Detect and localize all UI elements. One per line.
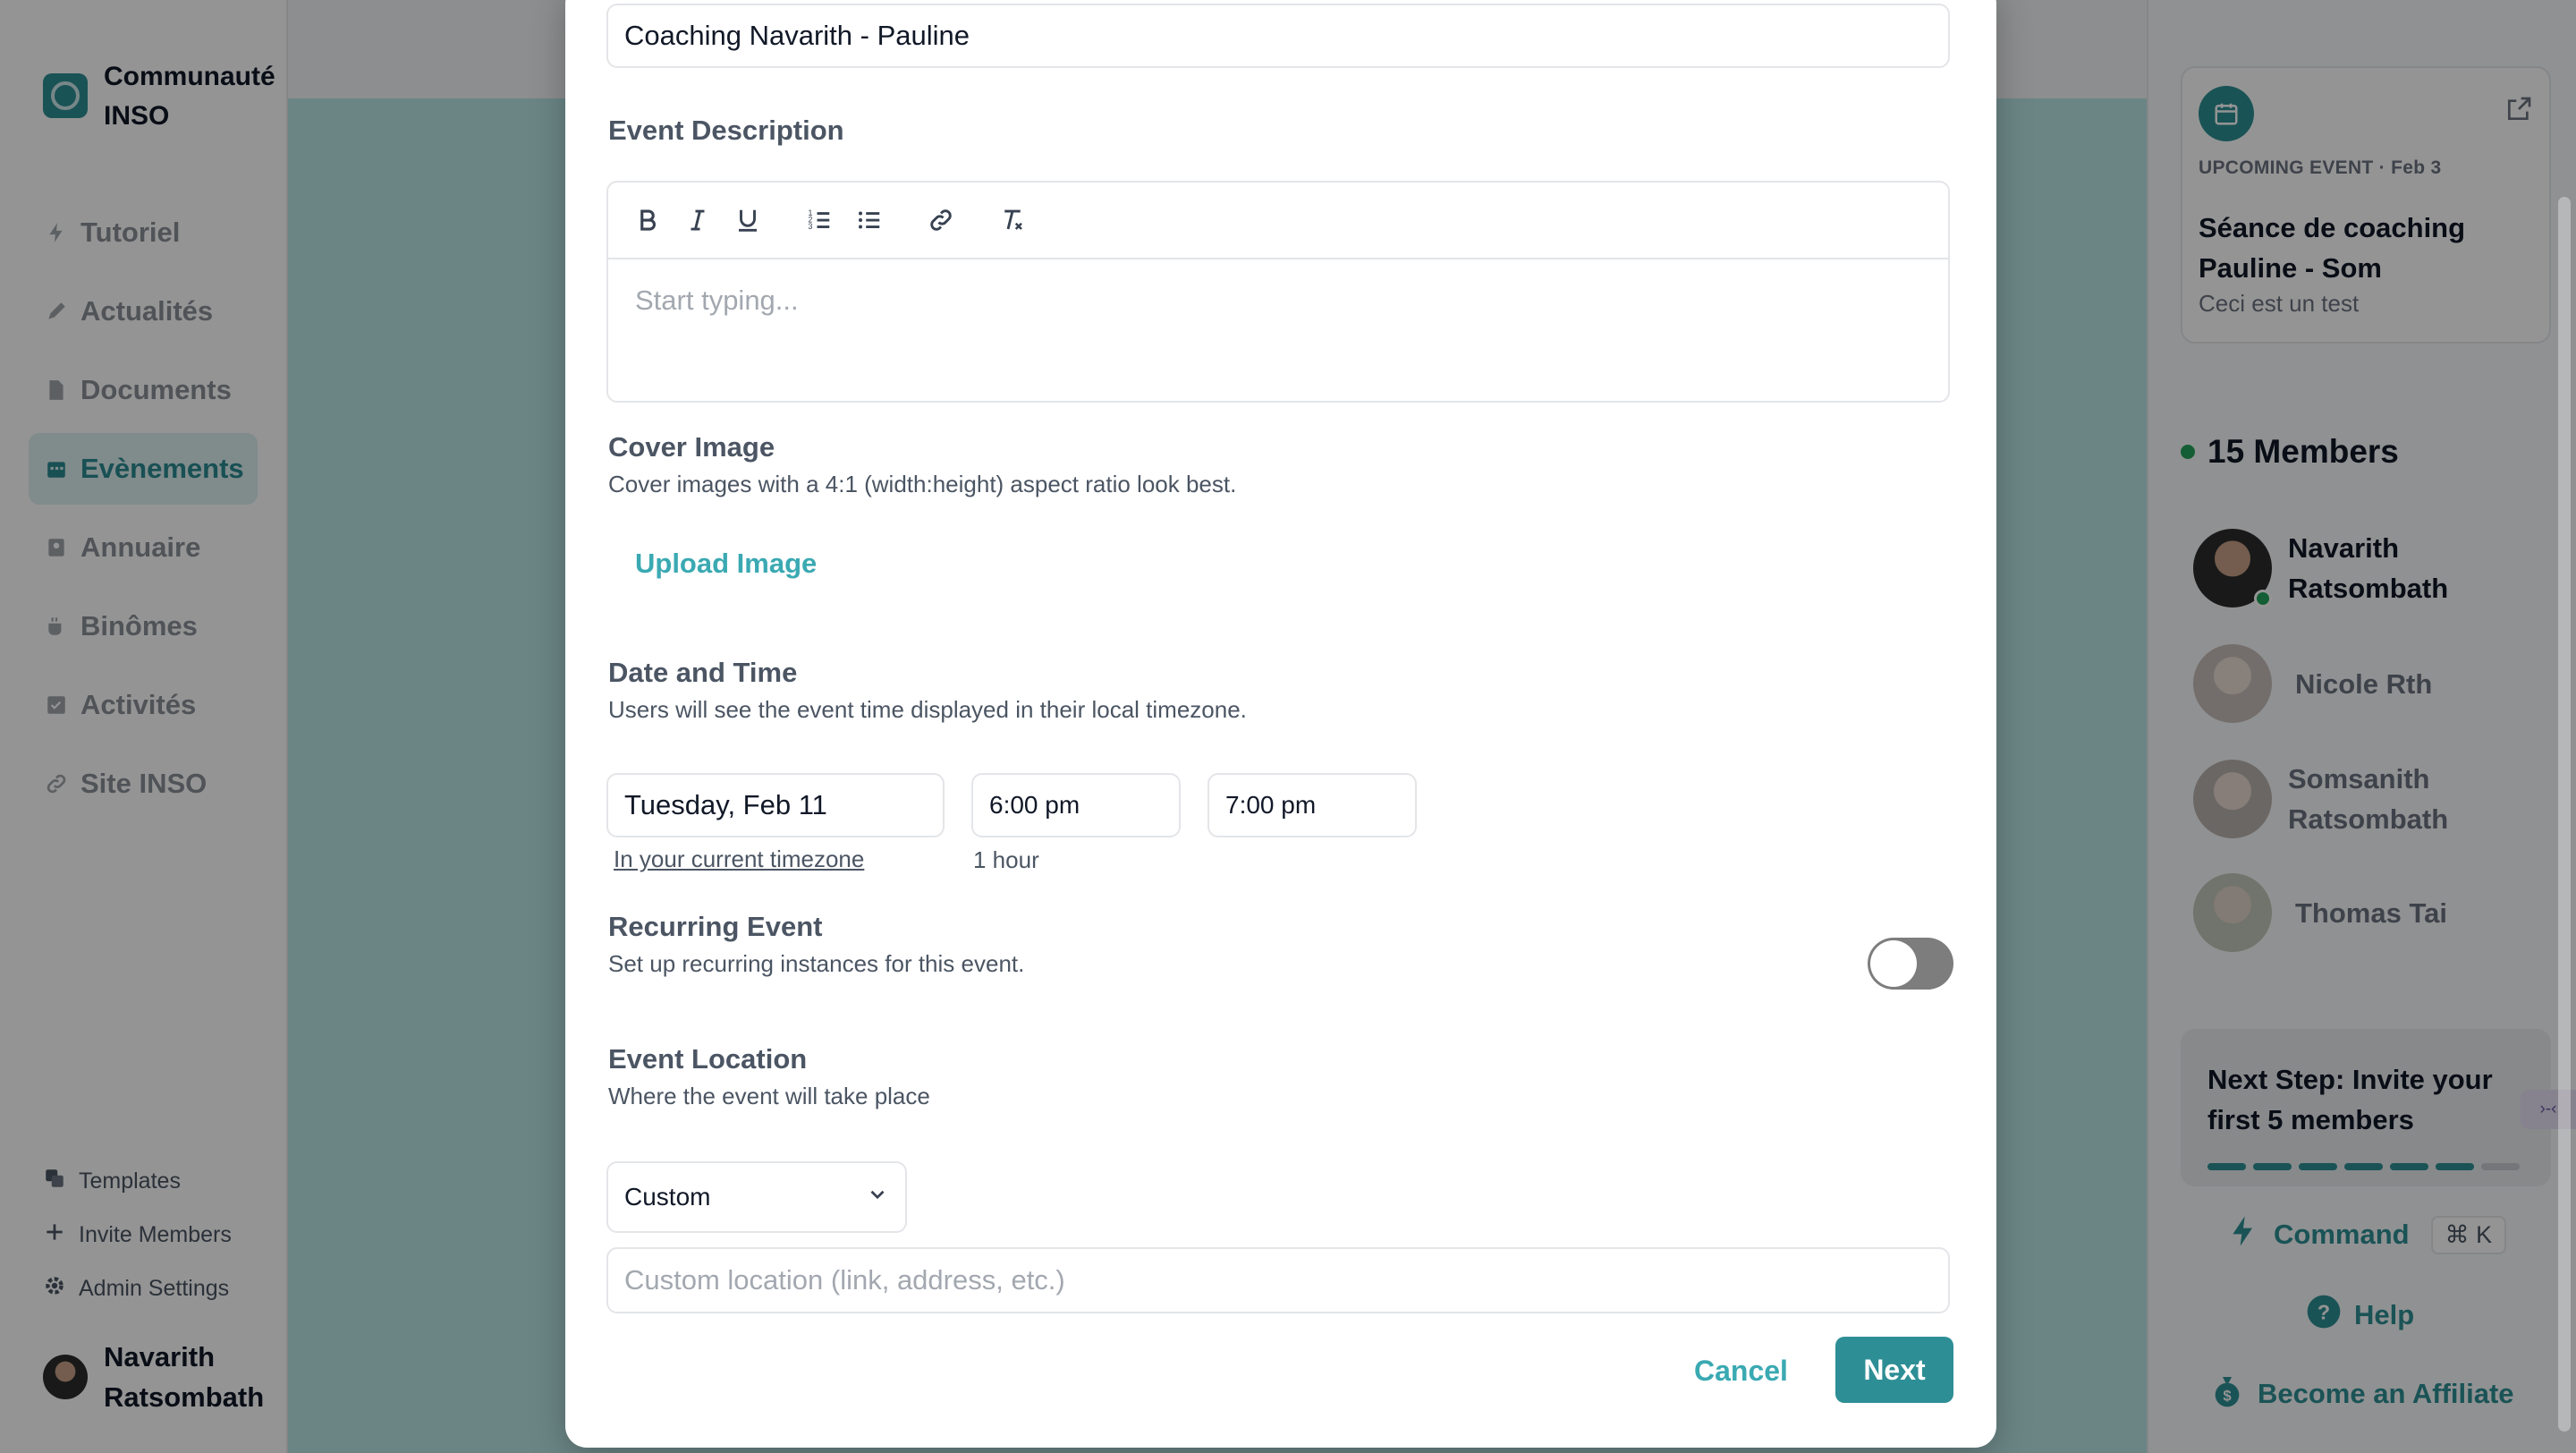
bullet-list-icon[interactable] — [853, 204, 886, 236]
toggle-knob — [1870, 940, 1917, 987]
italic-icon[interactable] — [682, 204, 714, 236]
location-type-select[interactable]: Custom — [606, 1161, 907, 1233]
upload-image-button[interactable]: Upload Image — [635, 548, 817, 580]
next-button[interactable]: Next — [1835, 1337, 1953, 1403]
editor-placeholder[interactable]: Start typing... — [608, 259, 1948, 342]
bold-icon[interactable] — [631, 204, 664, 236]
timezone-link[interactable]: In your current timezone — [614, 845, 864, 873]
clear-format-icon[interactable] — [996, 204, 1029, 236]
date-time-title: Date and Time — [608, 657, 798, 688]
end-time-input[interactable]: 7:00 pm — [1208, 773, 1417, 837]
description-editor[interactable]: 123 Start typing... — [606, 181, 1950, 403]
start-time-input[interactable]: 6:00 pm — [971, 773, 1181, 837]
link-icon[interactable] — [925, 204, 957, 236]
chevron-down-icon — [866, 1183, 889, 1212]
recurring-event-subtitle: Set up recurring instances for this even… — [608, 950, 1025, 977]
location-type-value: Custom — [624, 1183, 711, 1211]
svg-text:3: 3 — [809, 222, 813, 231]
event-location-title: Event Location — [608, 1043, 808, 1075]
cover-image-subtitle: Cover images with a 4:1 (width:height) a… — [608, 471, 1237, 497]
page-scrollbar[interactable] — [2558, 197, 2571, 1432]
recurring-event-title: Recurring Event — [608, 911, 823, 942]
event-location-subtitle: Where the event will take place — [608, 1083, 930, 1109]
event-duration: 1 hour — [973, 846, 1039, 873]
recurring-toggle[interactable] — [1868, 938, 1953, 990]
event-name-input[interactable]: Coaching Navarith - Pauline — [606, 4, 1950, 68]
custom-location-input[interactable] — [606, 1247, 1950, 1313]
underline-icon[interactable] — [732, 204, 764, 236]
event-description-title: Event Description — [608, 115, 844, 146]
ordered-list-icon[interactable]: 123 — [803, 204, 835, 236]
editor-toolbar: 123 — [608, 183, 1948, 259]
create-event-modal: Coaching Navarith - Pauline Event Descri… — [565, 0, 1996, 1448]
date-input[interactable]: Tuesday, Feb 11 — [606, 773, 945, 837]
cover-image-title: Cover Image — [608, 431, 775, 463]
date-time-subtitle: Users will see the event time displayed … — [608, 696, 1247, 723]
cancel-button[interactable]: Cancel — [1694, 1355, 1788, 1388]
